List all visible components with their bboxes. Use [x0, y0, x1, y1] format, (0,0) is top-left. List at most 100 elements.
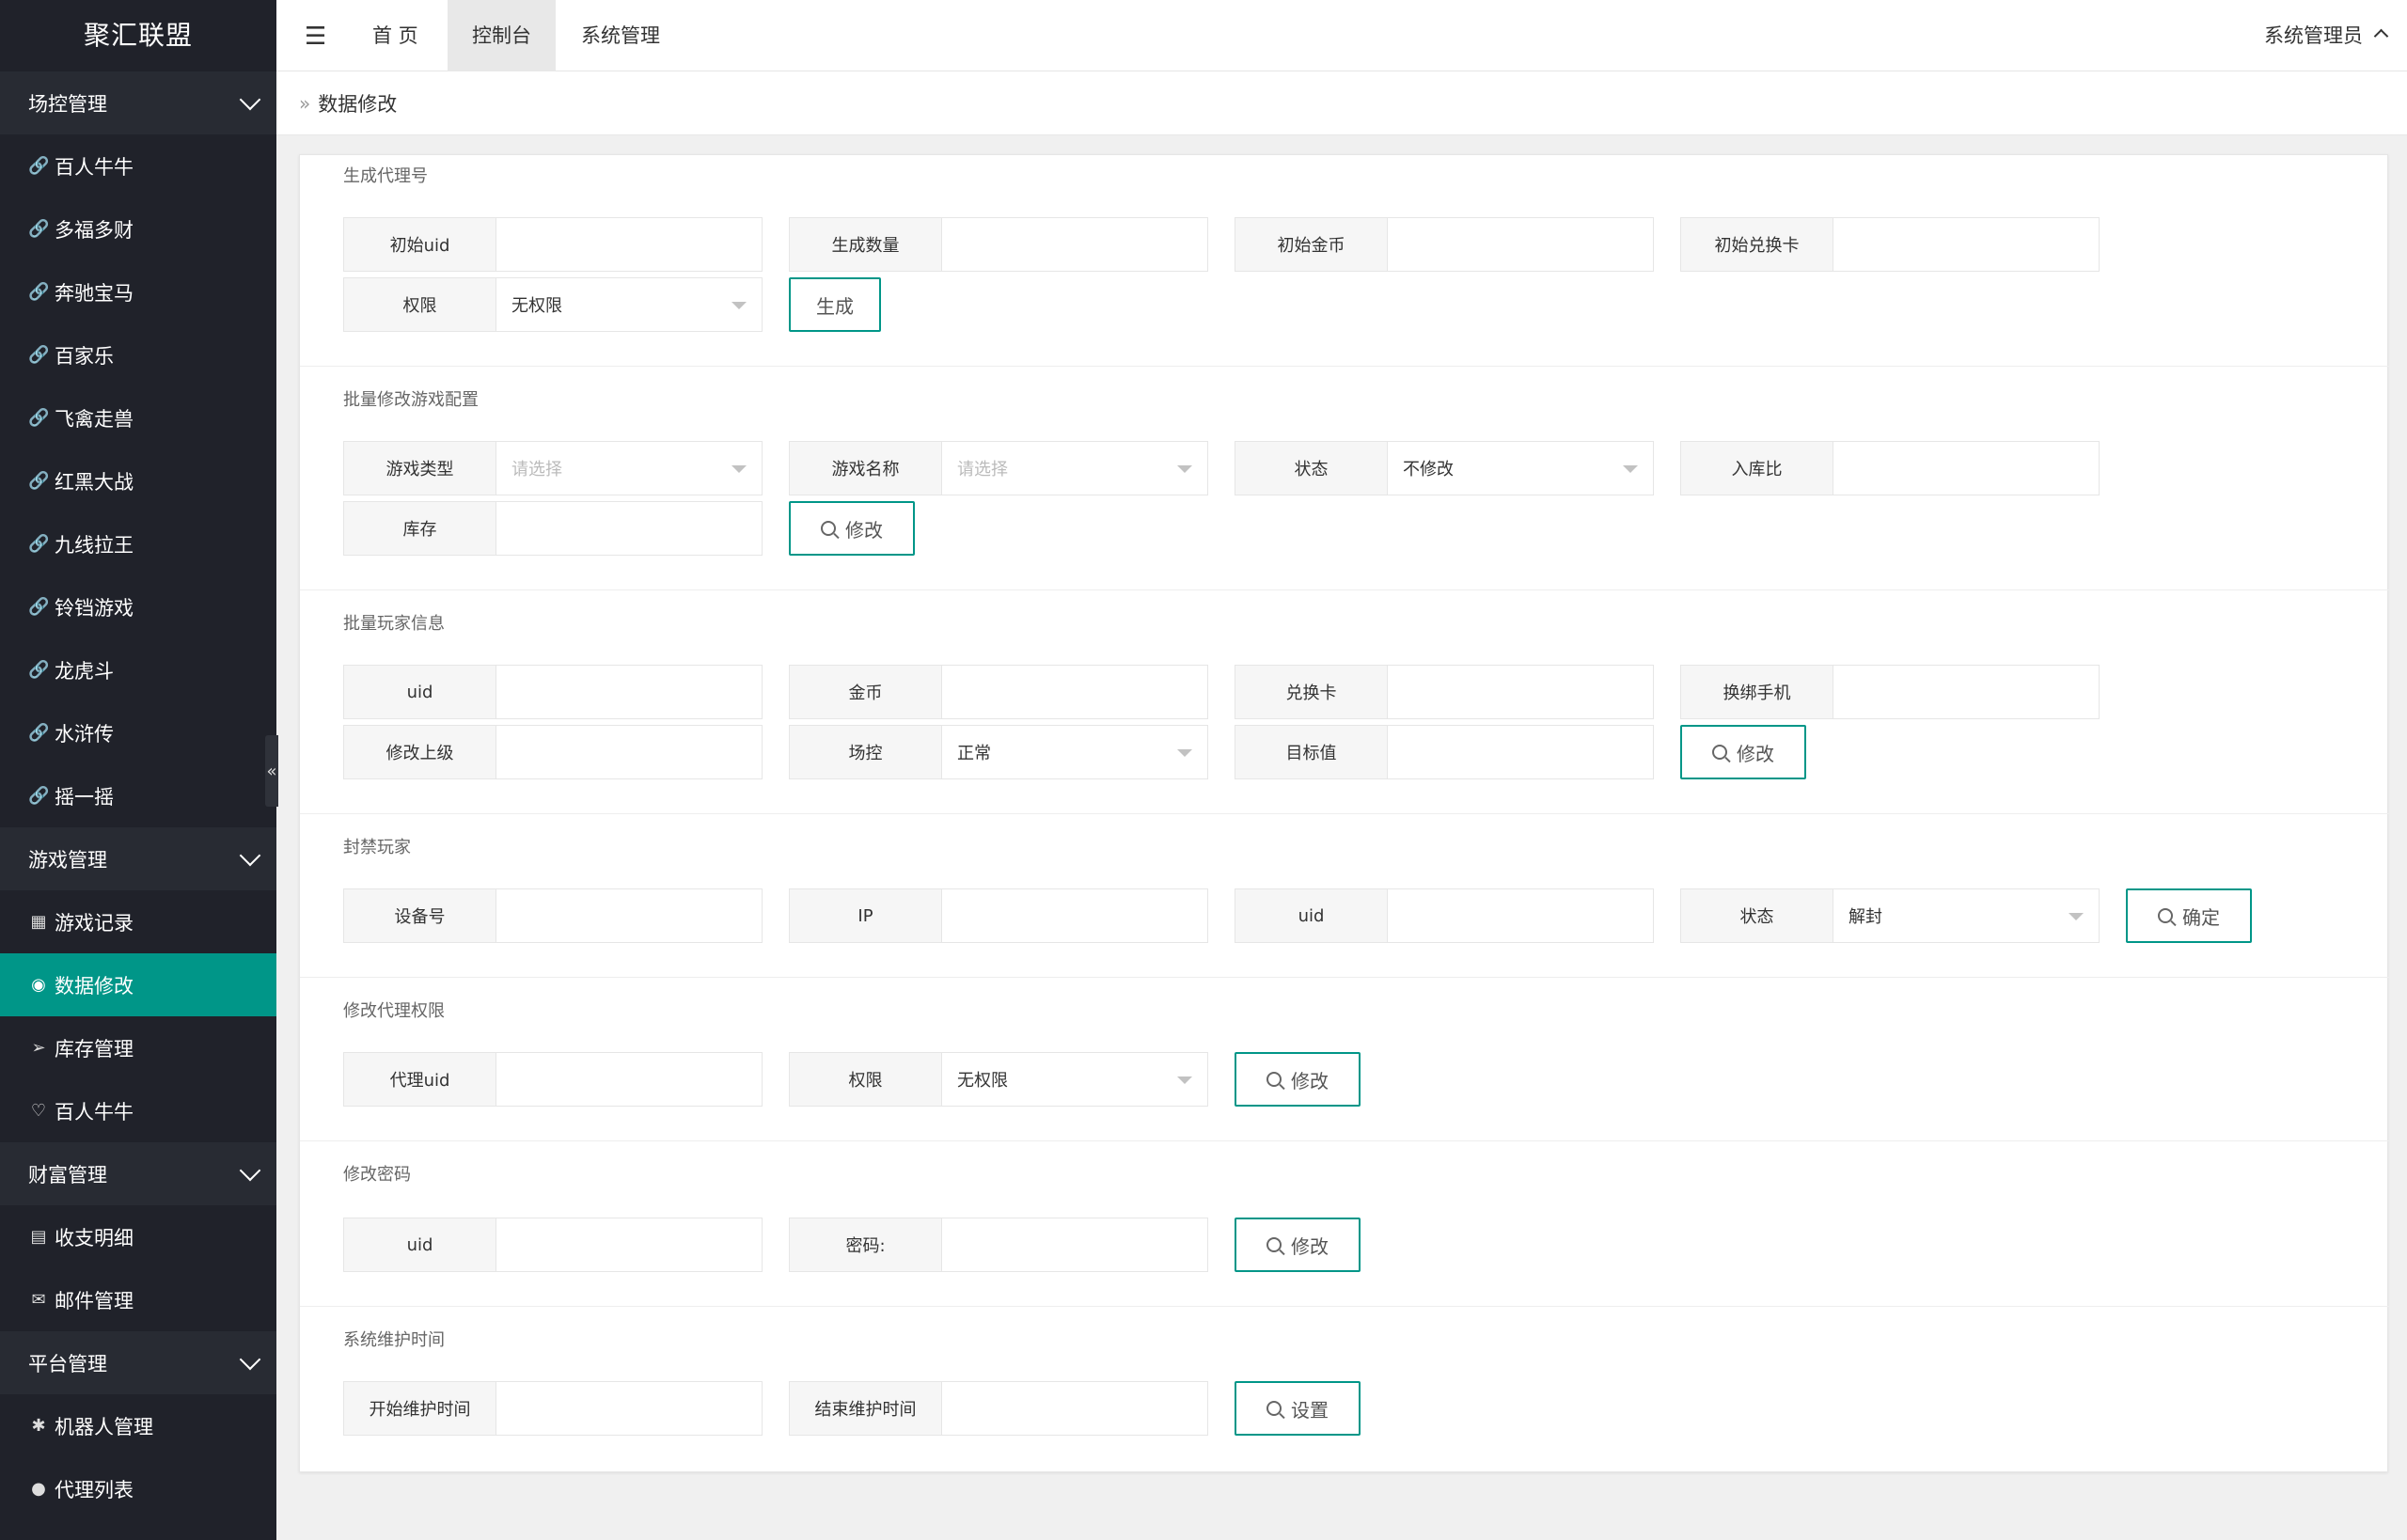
tab-system[interactable]: 系统管理 [557, 0, 684, 71]
sidebar-item-benchi-baoma[interactable]: 🔗 奔驰宝马 [0, 260, 276, 323]
sidebar-item-label: 收支明细 [55, 1226, 134, 1249]
confirm-ban-button[interactable]: 确定 [2126, 888, 2252, 943]
stock-input[interactable] [496, 502, 762, 555]
sidebar-item-stock[interactable]: ➢ 库存管理 [0, 1016, 276, 1079]
sidebar-group-game[interactable]: 游戏管理 [0, 827, 276, 890]
stock-ratio-input[interactable] [1833, 442, 2099, 495]
initial-gold-input[interactable] [1388, 218, 1653, 271]
password-input[interactable] [942, 1218, 1207, 1271]
modify-agent-permission-button[interactable]: 修改 [1235, 1052, 1361, 1107]
text-input[interactable] [1403, 666, 1653, 718]
generate-count-input[interactable] [942, 218, 1207, 271]
text-input[interactable] [957, 889, 1207, 942]
text-input[interactable] [1849, 218, 2099, 271]
sidebar-item-baccarat[interactable]: 🔗 百家乐 [0, 323, 276, 386]
text-input[interactable] [511, 1218, 762, 1271]
button-label: 修改 [845, 518, 883, 542]
target-value-input[interactable] [1388, 726, 1653, 778]
text-input[interactable] [511, 1382, 762, 1435]
password-uid-input[interactable] [496, 1218, 762, 1271]
sidebar-item-yaoyiyao[interactable]: 🔗 摇一摇 [0, 764, 276, 827]
modify-password-button[interactable]: 修改 [1235, 1218, 1361, 1272]
text-input[interactable] [511, 502, 762, 555]
field-ban-status: 状态 解封 [1680, 888, 2100, 943]
field-control-select[interactable]: 正常 [942, 726, 1207, 778]
gold-input[interactable] [942, 666, 1207, 718]
tab-home[interactable]: 首 页 [348, 0, 443, 71]
maintenance-end-input[interactable] [942, 1382, 1207, 1435]
device-id-input[interactable] [496, 889, 762, 942]
section-title: 批量玩家信息 [343, 614, 445, 634]
field-label: 开始维护时间 [344, 1382, 496, 1435]
text-input[interactable] [1849, 442, 2099, 495]
game-type-select[interactable]: 请选择 [496, 442, 762, 495]
maintenance-start-input[interactable] [496, 1382, 762, 1435]
link-icon: 🔗 [28, 219, 50, 239]
sidebar-item-longhudou[interactable]: 🔗 龙虎斗 [0, 638, 276, 701]
status-select[interactable]: 不修改 [1388, 442, 1653, 495]
heart-icon: ♡ [30, 1101, 47, 1121]
field-label: 金币 [790, 666, 942, 718]
sidebar-item-lingdang[interactable]: 🔗 铃铛游戏 [0, 575, 276, 638]
rebind-phone-input[interactable] [1833, 666, 2099, 718]
sidebar-item-mail[interactable]: ✉ 邮件管理 [0, 1268, 276, 1331]
link-icon: 🔗 [28, 345, 50, 365]
sidebar-item-bairen-niuniu[interactable]: 🔗 百人牛牛 [0, 134, 276, 197]
modify-game-config-button[interactable]: 修改 [789, 501, 915, 556]
sidebar-item-jiuxian-lawang[interactable]: 🔗 九线拉王 [0, 512, 276, 575]
text-input[interactable] [1849, 666, 2099, 718]
sidebar-group-wealth[interactable]: 财富管理 [0, 1142, 276, 1205]
set-maintenance-button[interactable]: 设置 [1235, 1381, 1361, 1436]
sidebar-item-duofu-duocai[interactable]: 🔗 多福多财 [0, 197, 276, 260]
uid-input[interactable] [496, 666, 762, 718]
text-input[interactable] [511, 1053, 762, 1106]
exchange-card-input[interactable] [1388, 666, 1653, 718]
main-card: 生成代理号 初始uid 生成数量 初始金币 初始兑换卡 权限 无权限 生成 批量修… [299, 154, 2389, 1472]
text-input[interactable] [511, 218, 762, 271]
agent-uid-input[interactable] [496, 1053, 762, 1106]
sidebar-item-game-records[interactable]: ▦ 游戏记录 [0, 890, 276, 953]
ban-uid-input[interactable] [1388, 889, 1653, 942]
text-input[interactable] [957, 1382, 1207, 1435]
text-input[interactable] [1403, 889, 1653, 942]
field-label: 换绑手机 [1681, 666, 1833, 718]
text-input[interactable] [511, 726, 762, 778]
sidebar-item-bairen-niuniu-2[interactable]: ♡ 百人牛牛 [0, 1079, 276, 1142]
ip-input[interactable] [942, 889, 1207, 942]
initial-uid-input[interactable] [496, 218, 762, 271]
sidebar-item-robot[interactable]: ✱ 机器人管理 [0, 1394, 276, 1457]
field-label: 生成数量 [790, 218, 942, 271]
menu-toggle-icon[interactable]: ☰ [305, 23, 326, 51]
link-icon: 🔗 [28, 534, 50, 554]
sidebar-item-income-expense[interactable]: ▤ 收支明细 [0, 1205, 276, 1268]
tab-console[interactable]: 控制台 [448, 0, 556, 71]
text-input[interactable] [511, 666, 762, 718]
sidebar-item-shuihuzhuan[interactable]: 🔗 水浒传 [0, 701, 276, 764]
sidebar-item-feiqin-zoushou[interactable]: 🔗 飞禽走兽 [0, 386, 276, 449]
text-input[interactable] [957, 666, 1207, 718]
sidebar-item-agent-list[interactable]: ● 代理列表 [0, 1457, 276, 1520]
sidebar-group-label: 场控管理 [28, 92, 107, 116]
text-input[interactable] [1403, 726, 1653, 778]
section-title: 生成代理号 [343, 166, 428, 186]
agent-permission-select[interactable]: 无权限 [942, 1053, 1207, 1106]
generate-button[interactable]: 生成 [789, 277, 881, 332]
user-menu[interactable]: 系统管理员 [2264, 0, 2389, 71]
game-name-select[interactable]: 请选择 [942, 442, 1207, 495]
text-input[interactable] [1403, 218, 1653, 271]
modify-superior-input[interactable] [496, 726, 762, 778]
sidebar-item-data-edit[interactable]: ◉ 数据修改 [0, 953, 276, 1016]
text-input[interactable] [511, 889, 762, 942]
field-agent-uid: 代理uid [343, 1052, 763, 1107]
ban-status-select[interactable]: 解封 [1833, 889, 2099, 942]
initial-card-input[interactable] [1833, 218, 2099, 271]
section-title: 封禁玩家 [343, 838, 411, 857]
permission-select[interactable]: 无权限 [496, 278, 762, 331]
sidebar-collapse-button[interactable]: « [265, 735, 278, 807]
modify-player-info-button[interactable]: 修改 [1680, 725, 1806, 779]
sidebar-group-platform[interactable]: 平台管理 [0, 1331, 276, 1394]
sidebar-item-honghei-dazhan[interactable]: 🔗 红黑大战 [0, 449, 276, 512]
text-input[interactable] [957, 218, 1207, 271]
text-input[interactable] [957, 1218, 1207, 1271]
sidebar-group-field-control[interactable]: 场控管理 [0, 71, 276, 134]
